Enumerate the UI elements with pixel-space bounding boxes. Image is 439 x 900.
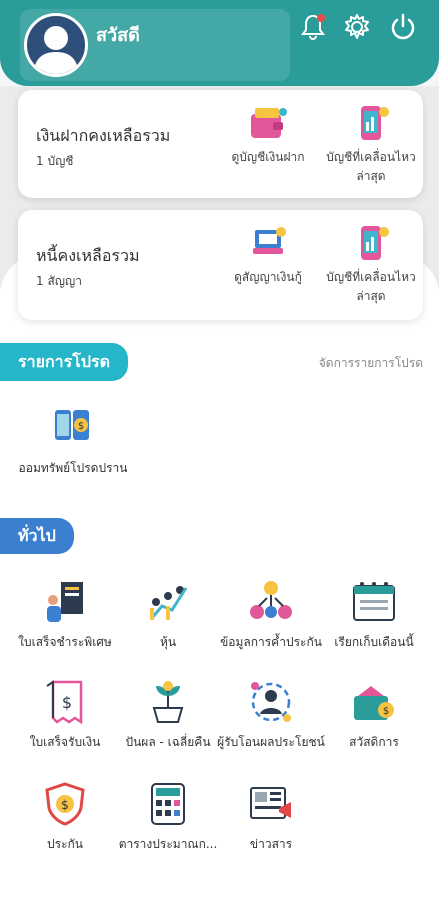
- guarantee-info-label: ข้อมูลการค้ำประกัน: [220, 635, 322, 649]
- view-deposit-accounts-label: ดูบัญชีเงินฝาก: [231, 150, 305, 164]
- savings-phone-icon: $: [55, 410, 89, 440]
- user-silhouette-icon: [33, 26, 79, 74]
- view-loan-contracts-button[interactable]: ดูสัญญาเงินกู้: [220, 222, 316, 287]
- dividend-label: ปันผล - เฉลี่ยคืน: [125, 735, 211, 749]
- gear-icon[interactable]: [342, 12, 372, 42]
- monthly-billing-item[interactable]: เรียกเก็บเดือนนี้: [319, 578, 429, 653]
- favorite-item-label: ออมทรัพย์โปรดปราน: [18, 461, 128, 475]
- insurance-item[interactable]: $ ประกัน: [10, 780, 120, 855]
- loan-total-title: หนี้คงเหลือรวม: [36, 246, 140, 265]
- estimate-table-item[interactable]: ตารางประมาณก...: [113, 780, 223, 855]
- beneficiary-person-icon: [251, 682, 291, 722]
- insurance-label: ประกัน: [47, 837, 83, 851]
- shares-label: หุ้น: [159, 635, 177, 649]
- newspaper-megaphone-icon: [250, 787, 291, 819]
- guarantee-info-item[interactable]: ข้อมูลการค้ำประกัน: [216, 578, 326, 653]
- general-section-title: ทั่วไป: [0, 518, 74, 554]
- special-receipt-item[interactable]: ใบเสร็จชำระพิเศษ: [10, 578, 120, 653]
- news-item[interactable]: ข่าวสาร: [216, 780, 326, 855]
- welfare-item[interactable]: $ สวัสดิการ: [319, 678, 429, 753]
- view-deposit-accounts-button[interactable]: ดูบัญชีเงินฝาก: [220, 102, 316, 167]
- avatar[interactable]: [24, 13, 88, 77]
- receipt-person-icon: [47, 582, 83, 622]
- phone-chart-icon: [361, 226, 389, 260]
- bell-icon[interactable]: [298, 12, 328, 42]
- loan-summary-card[interactable]: หนี้คงเหลือรวม 1 สัญญา ดูสัญญาเงินกู้ บั…: [18, 210, 423, 320]
- network-people-icon: [250, 581, 292, 619]
- calendar-icon: [353, 582, 395, 621]
- manage-favorites-link[interactable]: จัดการรายการโปรด: [319, 354, 423, 373]
- dividend-item[interactable]: ปันผล - เฉลี่ยคืน: [113, 678, 223, 753]
- svg-text:$: $: [62, 693, 72, 712]
- beneficiary-item[interactable]: ผู้รับโอนผลประโยชน์: [216, 678, 326, 753]
- receipt-icon: $: [46, 680, 83, 725]
- welfare-money-icon: $: [354, 686, 394, 720]
- greeting-text: สวัสดี: [96, 25, 140, 46]
- beneficiary-label: ผู้รับโอนผลประโยชน์: [217, 735, 325, 749]
- favorite-item[interactable]: $ ออมทรัพย์โปรดปราน: [18, 404, 128, 479]
- recent-transactions-label: บัญชีที่เคลื่อนไหวล่าสุด: [326, 150, 416, 183]
- growth-chart-icon: [150, 586, 188, 620]
- wallet-icon: [251, 108, 287, 138]
- phone-chart-icon: [361, 106, 389, 140]
- welfare-label: สวัสดิการ: [349, 735, 399, 749]
- news-label: ข่าวสาร: [249, 837, 293, 851]
- estimate-table-label: ตารางประมาณก...: [118, 837, 218, 851]
- special-receipt-label: ใบเสร็จชำระพิเศษ: [18, 635, 112, 649]
- deposit-summary-card[interactable]: เงินฝากคงเหลือรวม 1 บัญชี ดูบัญชีเงินฝาก…: [18, 90, 423, 198]
- loan-recent-transactions-button[interactable]: บัญชีที่เคลื่อนไหวล่าสุด: [323, 222, 419, 306]
- loan-recent-transactions-label: บัญชีที่เคลื่อนไหวล่าสุด: [326, 270, 416, 303]
- svg-text:$: $: [78, 421, 84, 432]
- recent-transactions-button[interactable]: บัญชีที่เคลื่อนไหวล่าสุด: [323, 102, 419, 186]
- power-icon[interactable]: [388, 12, 418, 42]
- plant-coin-icon: [152, 681, 184, 723]
- svg-text:$: $: [383, 706, 389, 717]
- monthly-billing-label: เรียกเก็บเดือนนี้: [334, 635, 414, 649]
- favorites-section-title: รายการโปรด: [0, 343, 128, 381]
- loan-contract-count: 1 สัญญา: [36, 274, 82, 288]
- receipt-item[interactable]: $ ใบเสร็จรับเงิน: [10, 678, 120, 753]
- calculator-icon: [151, 783, 185, 825]
- deposit-account-count: 1 บัญชี: [36, 154, 74, 168]
- receipt-label: ใบเสร็จรับเงิน: [29, 735, 101, 749]
- svg-text:$: $: [61, 798, 69, 812]
- shield-dollar-icon: $: [45, 782, 85, 826]
- deposit-total-title: เงินฝากคงเหลือรวม: [36, 126, 171, 145]
- shares-item[interactable]: หุ้น: [113, 578, 223, 653]
- loan-document-icon: [253, 227, 286, 254]
- view-loan-contracts-label: ดูสัญญาเงินกู้: [234, 270, 302, 284]
